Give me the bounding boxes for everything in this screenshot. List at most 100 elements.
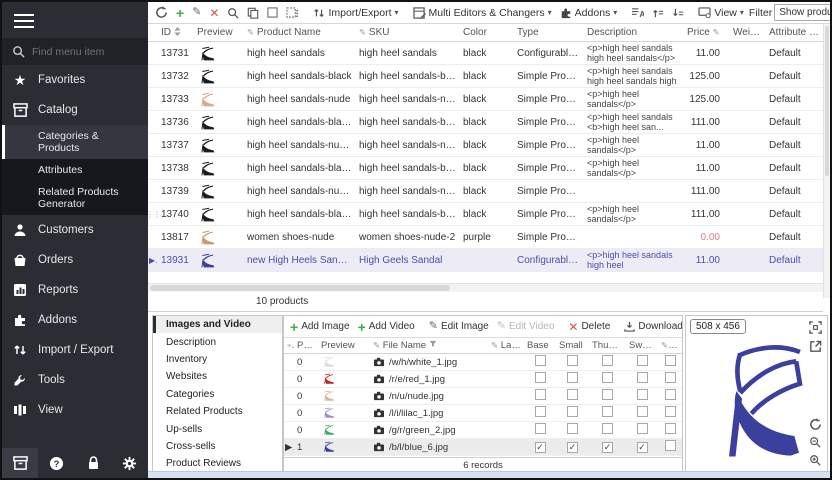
tab-description[interactable]: Description — [153, 333, 282, 350]
media-checkbox[interactable] — [626, 355, 658, 369]
product-row[interactable]: 13739 high heel sandals-nude-37 high hee… — [148, 180, 823, 203]
media-row[interactable]: 0 /r/e/red_1.jpg — [284, 371, 682, 388]
paste-special-button[interactable] — [283, 6, 302, 20]
product-row[interactable]: 13731 high heel sandals high heel sandal… — [148, 42, 823, 65]
media-column-label[interactable]: ✎ Label — [488, 340, 524, 351]
sidebar-item-tools[interactable]: Tools — [2, 365, 148, 395]
media-checkbox[interactable] — [658, 355, 682, 369]
zoom-out-icon[interactable] — [807, 434, 823, 450]
image-preview[interactable] — [686, 316, 827, 472]
download-image-button[interactable]: Download Image — [621, 320, 682, 333]
multi-editors-menu[interactable]: Multi Editors & Changers▾ — [410, 6, 555, 20]
help-icon[interactable]: ? — [38, 456, 75, 471]
product-row[interactable]: 13738 high heel sandals-black-37 high he… — [148, 157, 823, 180]
tab-cross-sells[interactable]: Cross-sells — [153, 438, 282, 455]
delete-product-button[interactable]: ✕ — [206, 6, 222, 20]
settings-gear-icon[interactable] — [111, 456, 148, 471]
column-header-weight[interactable]: Weight — [730, 27, 766, 38]
addons-menu[interactable]: Addons▾ — [557, 6, 621, 20]
media-column-file-name[interactable]: ✎ File Name — [370, 340, 488, 351]
media-checkbox[interactable]: ✓ — [626, 442, 658, 453]
media-checkbox[interactable] — [524, 406, 556, 420]
media-column-preview[interactable]: Preview — [318, 340, 370, 351]
delete-image-button[interactable]: ✕Delete — [565, 320, 613, 334]
column-header-attribute-set-name[interactable]: Attribute Set Name — [766, 27, 823, 38]
sidebar-item-addons[interactable]: Addons — [2, 305, 148, 335]
media-checkbox[interactable] — [556, 423, 589, 437]
media-checkbox[interactable] — [658, 389, 682, 403]
media-checkbox[interactable] — [556, 372, 589, 386]
media-checkbox[interactable] — [589, 423, 626, 437]
view-menu[interactable]: View▾ — [695, 6, 747, 20]
edit-video-button[interactable]: ✎Edit Video — [494, 320, 558, 333]
catalog-footer-icon[interactable] — [2, 448, 38, 478]
column-header-sku[interactable]: ✎ SKU — [356, 27, 460, 38]
media-column-swatch[interactable]: Swatch — [626, 340, 658, 351]
media-row[interactable]: 0 /g/r/green_2.jpg — [284, 422, 682, 439]
media-column-expander[interactable]: ≡ — [284, 340, 294, 351]
media-column-small[interactable]: Small — [556, 340, 589, 351]
import-export-menu[interactable]: Import/Export▾ — [310, 6, 401, 20]
media-checkbox[interactable]: ✓ — [556, 442, 589, 453]
sidebar-search[interactable]: Find menu item — [2, 38, 148, 65]
tab-related-products[interactable]: Related Products — [153, 403, 282, 420]
product-row[interactable]: ▶ 13931 new High Heels Sandals High Geel… — [148, 249, 823, 272]
sidebar-item-view[interactable]: View — [2, 395, 148, 425]
column-header-price[interactable]: Price ✎ — [684, 27, 730, 38]
tab-websites[interactable]: Websites — [153, 368, 282, 385]
sidebar-item-import-export[interactable]: Import / Export — [2, 335, 148, 365]
media-column-base[interactable]: Base — [524, 340, 556, 351]
tab-up-sells[interactable]: Up-sells — [153, 420, 282, 437]
media-checkbox[interactable] — [658, 372, 682, 386]
move-up-button[interactable] — [649, 6, 667, 20]
media-checkbox[interactable] — [589, 389, 626, 403]
hamburger-menu-icon[interactable] — [2, 2, 148, 36]
media-checkbox[interactable] — [626, 372, 658, 386]
refresh-button[interactable] — [152, 5, 171, 20]
copy-button[interactable] — [244, 6, 262, 20]
sidebar-item-catalog[interactable]: Catalog — [2, 95, 148, 125]
sidebar-item-orders[interactable]: Orders — [2, 245, 148, 275]
sidebar-item-related-products-generator[interactable]: Related Products Generator — [2, 181, 148, 215]
product-row[interactable]: 13817 women shoes-nude women shoes-nude-… — [148, 226, 823, 249]
media-row[interactable]: 0 /w/h/white_1.jpg — [284, 354, 682, 371]
media-column-thumbna[interactable]: Thumbna — [589, 340, 626, 351]
edit-image-button[interactable]: ✎Edit Image — [426, 320, 492, 333]
media-row[interactable]: ▶ 1 /b/l/blue_6.jpg ✓✓✓✓ — [284, 439, 682, 456]
tab-inventory[interactable]: Inventory — [153, 351, 282, 368]
media-row[interactable]: 0 /l/i/lilac_1.jpg — [284, 405, 682, 422]
media-checkbox[interactable]: ✓ — [589, 442, 626, 453]
search-products-button[interactable] — [224, 6, 242, 20]
product-row[interactable]: 13732 high heel sandals-black high heel … — [148, 65, 823, 88]
column-header-preview[interactable]: Preview — [194, 27, 244, 38]
select-checkbox-button[interactable] — [264, 6, 281, 19]
edit-product-button[interactable]: ✎ — [189, 6, 204, 19]
media-checkbox[interactable] — [589, 355, 626, 369]
media-checkbox[interactable] — [626, 406, 658, 420]
add-product-button[interactable]: + — [173, 5, 187, 21]
media-checkbox[interactable] — [524, 372, 556, 386]
lock-icon[interactable] — [75, 456, 112, 470]
panel-splitter-handle[interactable]: ⋮⋮ — [146, 212, 151, 234]
media-checkbox[interactable] — [524, 355, 556, 369]
filter-dropdown[interactable]: Show products from selected categories▾ — [774, 4, 832, 21]
media-checkbox[interactable] — [556, 406, 589, 420]
media-row[interactable]: 0 /n/u/nude.jpg — [284, 388, 682, 405]
product-row[interactable]: 13740 high heel sandals-black-38 high he… — [148, 203, 823, 226]
sidebar-item-attributes[interactable]: Attributes — [2, 159, 148, 181]
font-settings-button[interactable]: A — [628, 6, 647, 19]
media-checkbox[interactable] — [589, 372, 626, 386]
add-image-button[interactable]: +Add Image — [287, 319, 353, 335]
tab-product-reviews[interactable]: Product Reviews — [153, 455, 282, 472]
column-header-id[interactable]: ID — [158, 27, 194, 38]
zoom-in-icon[interactable] — [807, 452, 823, 468]
add-video-button[interactable]: +Add Video — [355, 319, 418, 335]
media-checkbox[interactable] — [524, 423, 556, 437]
product-row[interactable]: 13737 high heel sandals-nude-36 high hee… — [148, 134, 823, 157]
sidebar-item-categories-products[interactable]: Categories & Products — [2, 125, 148, 159]
media-checkbox[interactable] — [589, 406, 626, 420]
open-external-icon[interactable] — [807, 338, 823, 354]
vertical-scrollbar[interactable] — [823, 24, 830, 298]
media-checkbox[interactable] — [626, 389, 658, 403]
media-column-exclude[interactable]: ✎ Exclude — [658, 340, 682, 351]
